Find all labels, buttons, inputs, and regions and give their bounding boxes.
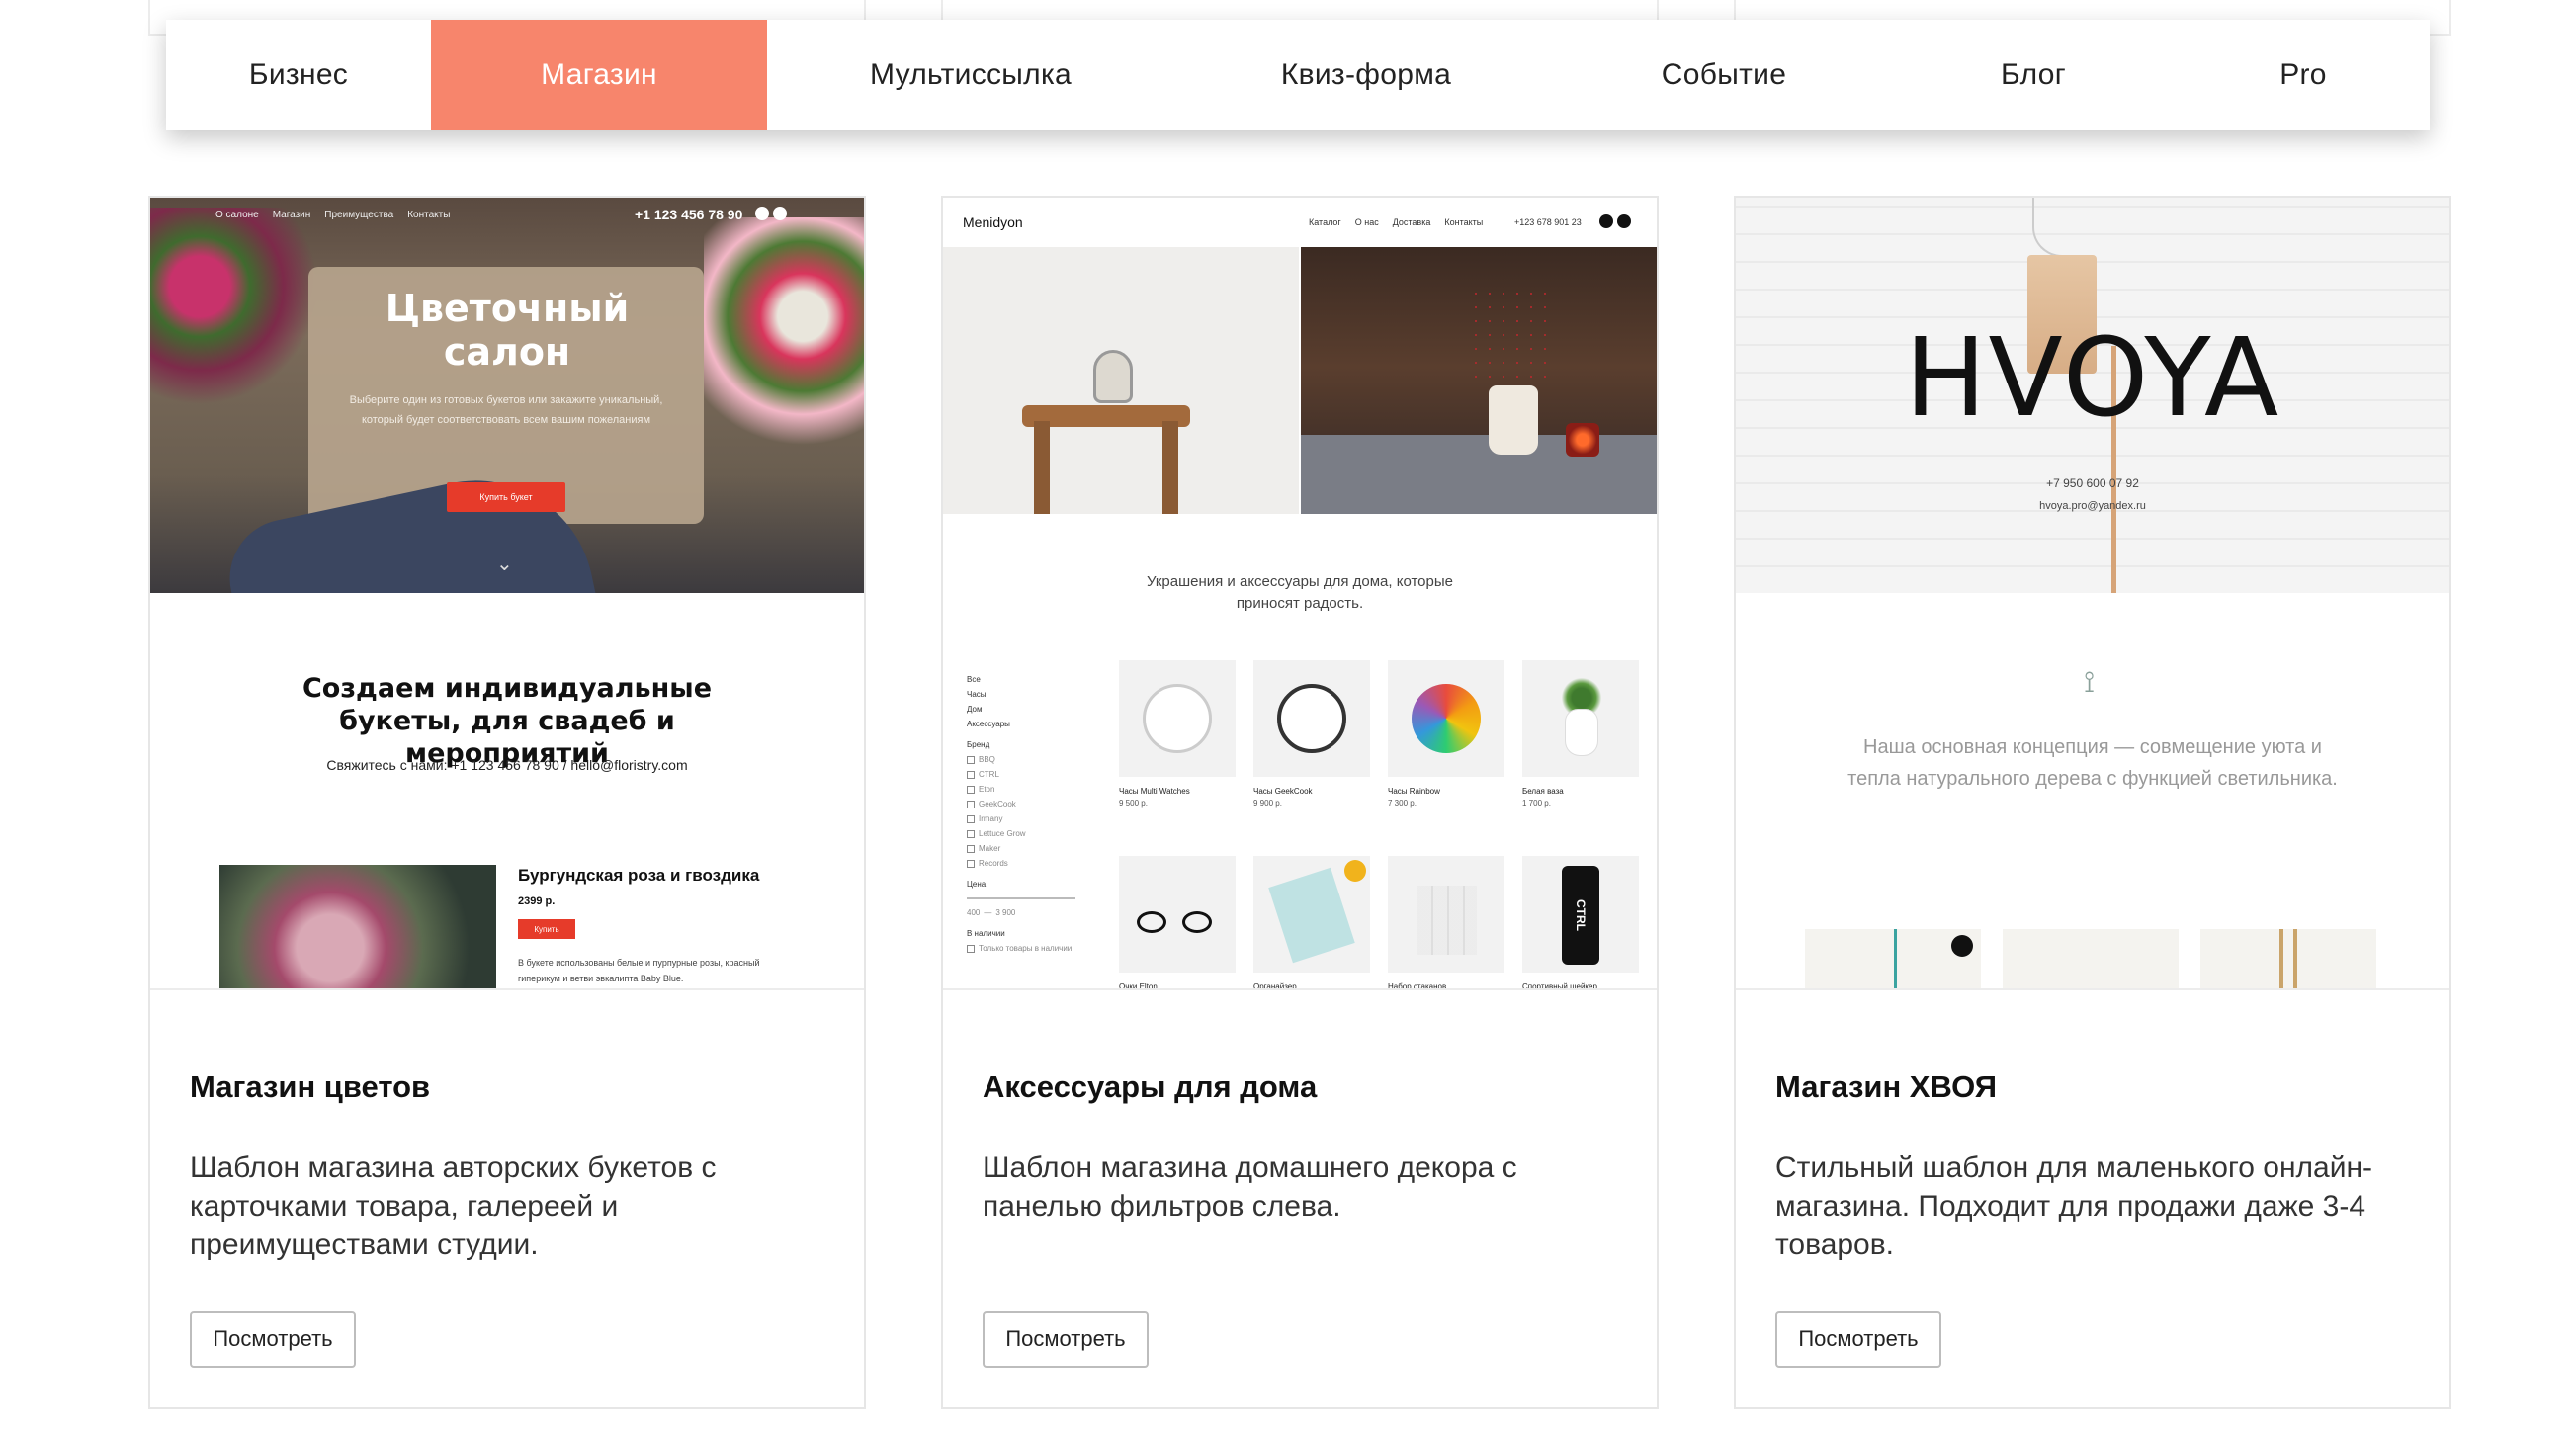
instagram-icon (773, 207, 787, 220)
card-title: Магазин ХВОЯ (1775, 1069, 1998, 1104)
card-description: Шаблон магазина домашнего декора с панел… (983, 1151, 1517, 1223)
card-title: Аксессуары для дома (983, 1069, 1318, 1104)
template-preview[interactable]: Menidyon Каталог О нас Доставка Контакты +1… (943, 198, 1657, 990)
chevron-down-icon: ⌄ (496, 553, 513, 575)
preview-heading: Создаем индивидуальные букеты, для сваде… (301, 673, 713, 769)
preview-email: hvoya.pro@yandex.ru (2039, 500, 2146, 512)
facebook-icon (755, 207, 769, 220)
tab-business[interactable]: Бизнес (166, 20, 431, 130)
product-card: Очки Elton (1119, 856, 1238, 988)
template-preview[interactable]: О салоне Магазин Преимущества Контакты +1 1… (150, 198, 864, 990)
preview-product-title: Бургундская роза и гвоздика (518, 866, 760, 885)
preview-logo: HVOYA (1904, 314, 2281, 441)
preview-nav: О салоне Магазин Преимущества Контакты (215, 210, 451, 220)
preview-phone: +7 950 600 07 92 (2046, 476, 2139, 490)
preview-hero-text: Выберите один из готовых букетов или зак… (349, 394, 663, 426)
template-preview[interactable]: HVOYA +7 950 600 07 92 hvoya.pro@yandex.… (1736, 198, 2449, 990)
view-button[interactable]: Посмотреть (1775, 1311, 1941, 1368)
tab-shop[interactable]: Магазин (431, 20, 767, 130)
hero-image-table (1301, 247, 1657, 514)
tree-icon: ⟟ (2084, 666, 2096, 699)
product-card: Часы Rainbow 7 300 р. (1388, 660, 1506, 808)
preview-concept-text: Наша основная концепция — совмещение уют… (1847, 736, 2338, 790)
product-card: Набор стаканов (1388, 856, 1506, 988)
preview-filters: Все Часы Дом Аксессуары Бренд BBQ CTRL E… (967, 672, 1075, 956)
preview-nav: Каталог О нас Доставка Контакты (1309, 217, 1484, 227)
card-title: Магазин цветов (190, 1069, 431, 1104)
preview-buy-bouquet-button: Купить букет (447, 482, 565, 512)
product-card: CTRL Спортивный шейкер (1522, 856, 1641, 988)
view-button[interactable]: Посмотреть (190, 1311, 356, 1368)
preview-product-buy-button: Купить (518, 919, 575, 939)
tab-quiz-form[interactable]: Квиз-форма (1174, 20, 1558, 130)
product-thumbnail (2200, 929, 2376, 988)
tab-blog[interactable]: Блог (1890, 20, 2177, 130)
template-card-flower-shop: О салоне Магазин Преимущества Контакты +1 1… (148, 196, 866, 1409)
product-thumbnail (2003, 929, 2179, 988)
badge-dot (1951, 935, 1973, 957)
product-image (219, 865, 496, 988)
preview-phone: +1 123 456 78 90 (635, 207, 743, 222)
template-card-hvoya-shop: HVOYA +7 950 600 07 92 hvoya.pro@yandex.… (1734, 196, 2451, 1409)
card-description: Шаблон магазина авторских букетов с карт… (190, 1151, 717, 1261)
template-card-home-accessories: Menidyon Каталог О нас Доставка Контакты +1… (941, 196, 1659, 1409)
preview-contact: Свяжитесь с нами: +1 123 456 78 90 / hel… (326, 757, 688, 773)
preview-product-price: 2399 р. (518, 895, 556, 907)
tab-multilink[interactable]: Мультиссылка (767, 20, 1174, 130)
social-icons (1599, 214, 1631, 228)
card-description: Стильный шаблон для маленького онлайн-ма… (1775, 1151, 2373, 1261)
product-card: Часы Multi Watches 9 500 р. (1119, 660, 1238, 808)
preview-product-text: В букете использованы белые и пурпурные … (518, 958, 760, 983)
category-tabs: Бизнес Магазин Мультиссылка Квиз-форма С… (166, 20, 2430, 130)
facebook-icon (1599, 214, 1613, 228)
preview-phone: +123 678 901 23 (1514, 217, 1582, 227)
preview-logo: Menidyon (963, 214, 1023, 230)
product-card: Белая ваза 1 700 р. (1522, 660, 1641, 808)
social-icons (755, 207, 787, 220)
preview-hero-title: Цветочный салон (385, 287, 630, 374)
tab-pro[interactable]: Pro (2177, 20, 2430, 130)
hero-image-stool (943, 247, 1299, 514)
tab-event[interactable]: Событие (1558, 20, 1890, 130)
instagram-icon (1617, 214, 1631, 228)
view-button[interactable]: Посмотреть (983, 1311, 1149, 1368)
preview-tagline: Украшения и аксессуары для дома, которые… (1147, 573, 1453, 612)
product-card: Органайзер (1253, 856, 1372, 988)
templates-page: Бизнес Магазин Мультиссылка Квиз-форма С… (0, 0, 2576, 1445)
product-card: Часы GeekCook 9 900 р. (1253, 660, 1372, 808)
